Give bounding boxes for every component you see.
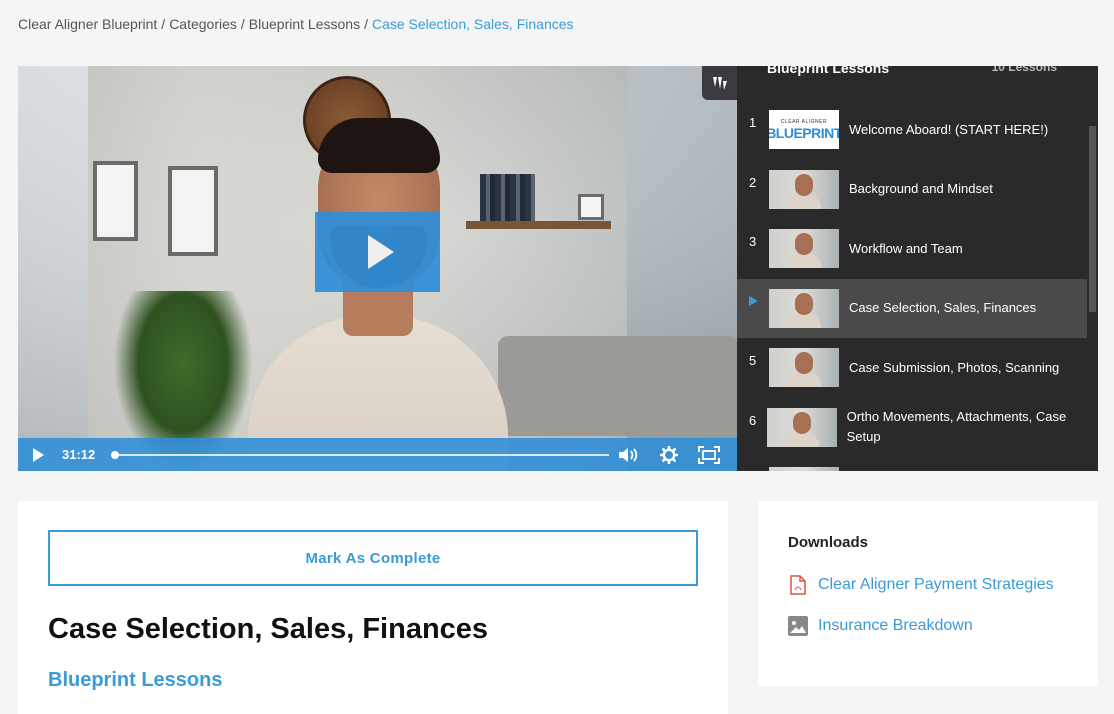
now-playing-indicator <box>737 279 769 309</box>
lesson-thumbnail <box>769 348 839 388</box>
lesson-item-1[interactable]: 1 CLEAR ALIGNER BLUEPRINT Welcome Aboard… <box>737 100 1087 160</box>
video-scene-books <box>480 174 535 221</box>
thumbnail-figure <box>795 233 813 256</box>
thumbnail-figure <box>792 411 811 434</box>
video-controls: 31:12 <box>18 438 737 471</box>
page-title: Case Selection, Sales, Finances <box>48 613 489 645</box>
thumbnail-figure <box>787 372 821 388</box>
lesson-list: 1 CLEAR ALIGNER BLUEPRINT Welcome Aboard… <box>737 100 1087 471</box>
lesson-thumbnail <box>766 407 837 447</box>
image-icon <box>788 615 808 637</box>
lesson-item-2[interactable]: 2 Background and Mindset <box>737 160 1087 220</box>
lesson-number: 2 <box>749 174 757 190</box>
pdf-icon <box>788 574 808 596</box>
breadcrumb-link-home[interactable]: Clear Aligner Blueprint <box>18 16 157 32</box>
lesson-item-4-active[interactable]: Case Selection, Sales, Finances <box>737 278 1087 338</box>
fullscreen-button[interactable] <box>689 438 729 471</box>
download-item-insurance-breakdown[interactable]: Insurance Breakdown <box>788 615 973 637</box>
video-scene-couch <box>498 336 737 436</box>
lesson-title: Ortho Movements, Attachments, Case Setup <box>846 409 1067 445</box>
lessons-count: 10 Lessons <box>991 66 1057 74</box>
thumbnail-figure <box>787 193 821 209</box>
scrollbar-thumb[interactable] <box>1089 126 1096 312</box>
video-scene-frame <box>93 161 138 241</box>
lesson-thumbnail <box>769 229 839 269</box>
scrubber-handle[interactable] <box>111 450 119 459</box>
breadcrumb-current: Case Selection, Sales, Finances <box>371 16 574 32</box>
lesson-title: Background and Mindset <box>849 181 993 197</box>
lesson-title: Case Selection, Sales, Finances <box>849 300 1037 316</box>
now-playing-icon <box>749 295 758 306</box>
course-link[interactable]: Blueprint Lessons <box>48 669 222 692</box>
breadcrumb-link-categories[interactable]: Categories <box>169 16 237 32</box>
lesson-thumbnail <box>769 467 839 471</box>
lesson-title: Case Submission, Photos, Scanning <box>849 359 1060 375</box>
lessons-panel: Blueprint Lessons 10 Lessons 1 CLEAR ALI… <box>737 66 1098 471</box>
video-scrubber[interactable] <box>111 447 609 463</box>
breadcrumb-separator: / <box>240 16 245 32</box>
breadcrumb: Clear Aligner Blueprint / Categories / Bluep… <box>18 16 574 32</box>
video-scene-shelf <box>466 221 611 229</box>
lesson-number: 1 <box>749 115 757 130</box>
lesson-item-7-partial[interactable] <box>737 457 1087 471</box>
volume-button[interactable] <box>609 438 649 471</box>
settings-button[interactable] <box>649 438 689 471</box>
lesson-number <box>737 457 769 471</box>
thumbnail-logo-main: BLUEPRINT <box>769 124 839 141</box>
download-label: Clear Aligner Payment Strategies <box>818 576 1054 593</box>
lesson-title: Welcome Aboard! (START HERE!) <box>849 121 1049 137</box>
scrubber-track <box>111 453 609 456</box>
video-duration: 31:12 <box>62 447 96 462</box>
mark-complete-button[interactable]: Mark As Complete <box>48 530 698 586</box>
thumbnail-figure <box>795 173 813 196</box>
video-scene-frame <box>168 166 218 256</box>
lessons-scrollbar[interactable] <box>1087 100 1098 471</box>
lesson-item-6[interactable]: 6 Ortho Movements, Attachments, Case Set… <box>737 398 1087 458</box>
download-label: Insurance Breakdown <box>818 617 973 634</box>
gear-icon <box>660 445 678 464</box>
lesson-thumbnail <box>769 288 839 328</box>
big-play-button[interactable] <box>315 212 440 292</box>
thumbnail-figure <box>784 431 819 447</box>
breadcrumb-separator: / <box>364 16 368 32</box>
fullscreen-icon <box>698 445 720 464</box>
lesson-number: 6 <box>749 412 757 428</box>
play-icon <box>367 235 394 269</box>
video-scene-frame <box>578 194 604 220</box>
wistia-logo-icon[interactable] <box>702 66 737 100</box>
thumbnail-figure <box>795 292 813 315</box>
lesson-number: 5 <box>749 353 757 368</box>
lesson-card: Mark As Complete Case Selection, Sales, … <box>18 501 728 714</box>
lesson-item-5[interactable]: 5 Case Submission, Photos, Scanning <box>737 338 1087 398</box>
lesson-title: Workflow and Team <box>849 240 963 256</box>
control-play-button[interactable] <box>18 438 56 471</box>
lessons-panel-header: Blueprint Lessons 10 Lessons <box>737 66 1098 94</box>
download-item-payment-strategies[interactable]: Clear Aligner Payment Strategies <box>788 574 1054 596</box>
thumbnail-figure <box>787 253 821 269</box>
video-presenter-hair <box>318 118 440 173</box>
volume-icon <box>619 447 638 462</box>
downloads-heading: Downloads <box>788 534 869 551</box>
play-icon <box>32 447 44 462</box>
breadcrumb-separator: / <box>161 16 166 32</box>
thumbnail-figure <box>787 312 821 328</box>
downloads-card: Downloads Clear Aligner Payment Strategi… <box>758 501 1098 686</box>
lesson-number: 3 <box>749 234 757 249</box>
wistia-mark-icon <box>712 77 727 90</box>
lesson-thumbnail <box>769 169 839 209</box>
thumbnail-figure <box>795 352 813 375</box>
breadcrumb-link-blueprint-lessons[interactable]: Blueprint Lessons <box>249 16 360 32</box>
lesson-item-3[interactable]: 3 Workflow and Team <box>737 219 1087 279</box>
lessons-panel-title: Blueprint Lessons <box>767 66 890 76</box>
video-player[interactable]: 31:12 <box>18 66 737 471</box>
lesson-thumbnail: CLEAR ALIGNER BLUEPRINT <box>769 110 839 150</box>
